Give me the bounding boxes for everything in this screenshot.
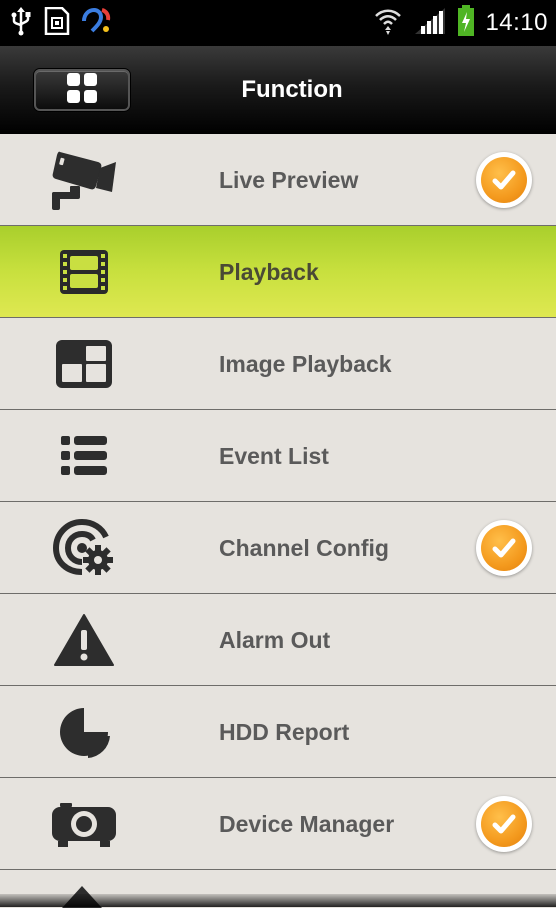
signal-icon [413, 6, 447, 41]
scroll-fade [0, 894, 556, 907]
app-notification-icon [82, 7, 112, 40]
menu-item-hdd-report[interactable]: HDD Report [0, 686, 556, 778]
menu-item-device-manager[interactable]: Device Manager [0, 778, 556, 870]
clock: 14:10 [485, 9, 548, 36]
cctv-camera-icon [44, 148, 124, 212]
pie-chart-icon [44, 700, 124, 764]
status-bar: 14:10 [0, 0, 556, 46]
usb-icon [10, 6, 32, 41]
projector-device-icon [44, 792, 124, 856]
menu-item-label: Image Playback [219, 351, 392, 377]
menu-item-label: Channel Config [219, 535, 389, 561]
menu-item-label: Alarm Out [219, 627, 331, 653]
menu-item-live-preview[interactable]: Live Preview [0, 134, 556, 226]
menu-item-alarm-out[interactable]: Alarm Out [0, 594, 556, 686]
app-header: Function [0, 46, 556, 135]
menu-item-image-playback[interactable]: Image Playback [0, 318, 556, 410]
checkmark-icon[interactable] [476, 152, 532, 208]
menu-item-label: Event List [219, 443, 329, 469]
battery-charging-icon [457, 4, 475, 42]
function-list: Live Preview Playback Image Playback Eve… [0, 134, 556, 870]
list-icon [44, 424, 124, 488]
sim-storage-icon [44, 6, 70, 40]
checkmark-icon[interactable] [476, 520, 532, 576]
warning-triangle-icon [44, 608, 124, 672]
wifi-icon [373, 6, 403, 41]
menu-item-event-list[interactable]: Event List [0, 410, 556, 502]
menu-item-channel-config[interactable]: Channel Config [0, 502, 556, 594]
film-strip-icon [44, 240, 124, 304]
channel-config-gear-icon [44, 516, 124, 580]
menu-button[interactable] [34, 69, 130, 111]
grid-menu-icon [66, 72, 98, 109]
checkmark-icon[interactable] [476, 796, 532, 852]
menu-item-label: HDD Report [219, 719, 350, 745]
image-grid-icon [44, 332, 124, 396]
menu-item-label: Device Manager [219, 811, 395, 837]
menu-item-label: Playback [219, 259, 319, 285]
menu-item-label: Live Preview [219, 167, 359, 193]
menu-item-playback[interactable]: Playback [0, 226, 556, 318]
